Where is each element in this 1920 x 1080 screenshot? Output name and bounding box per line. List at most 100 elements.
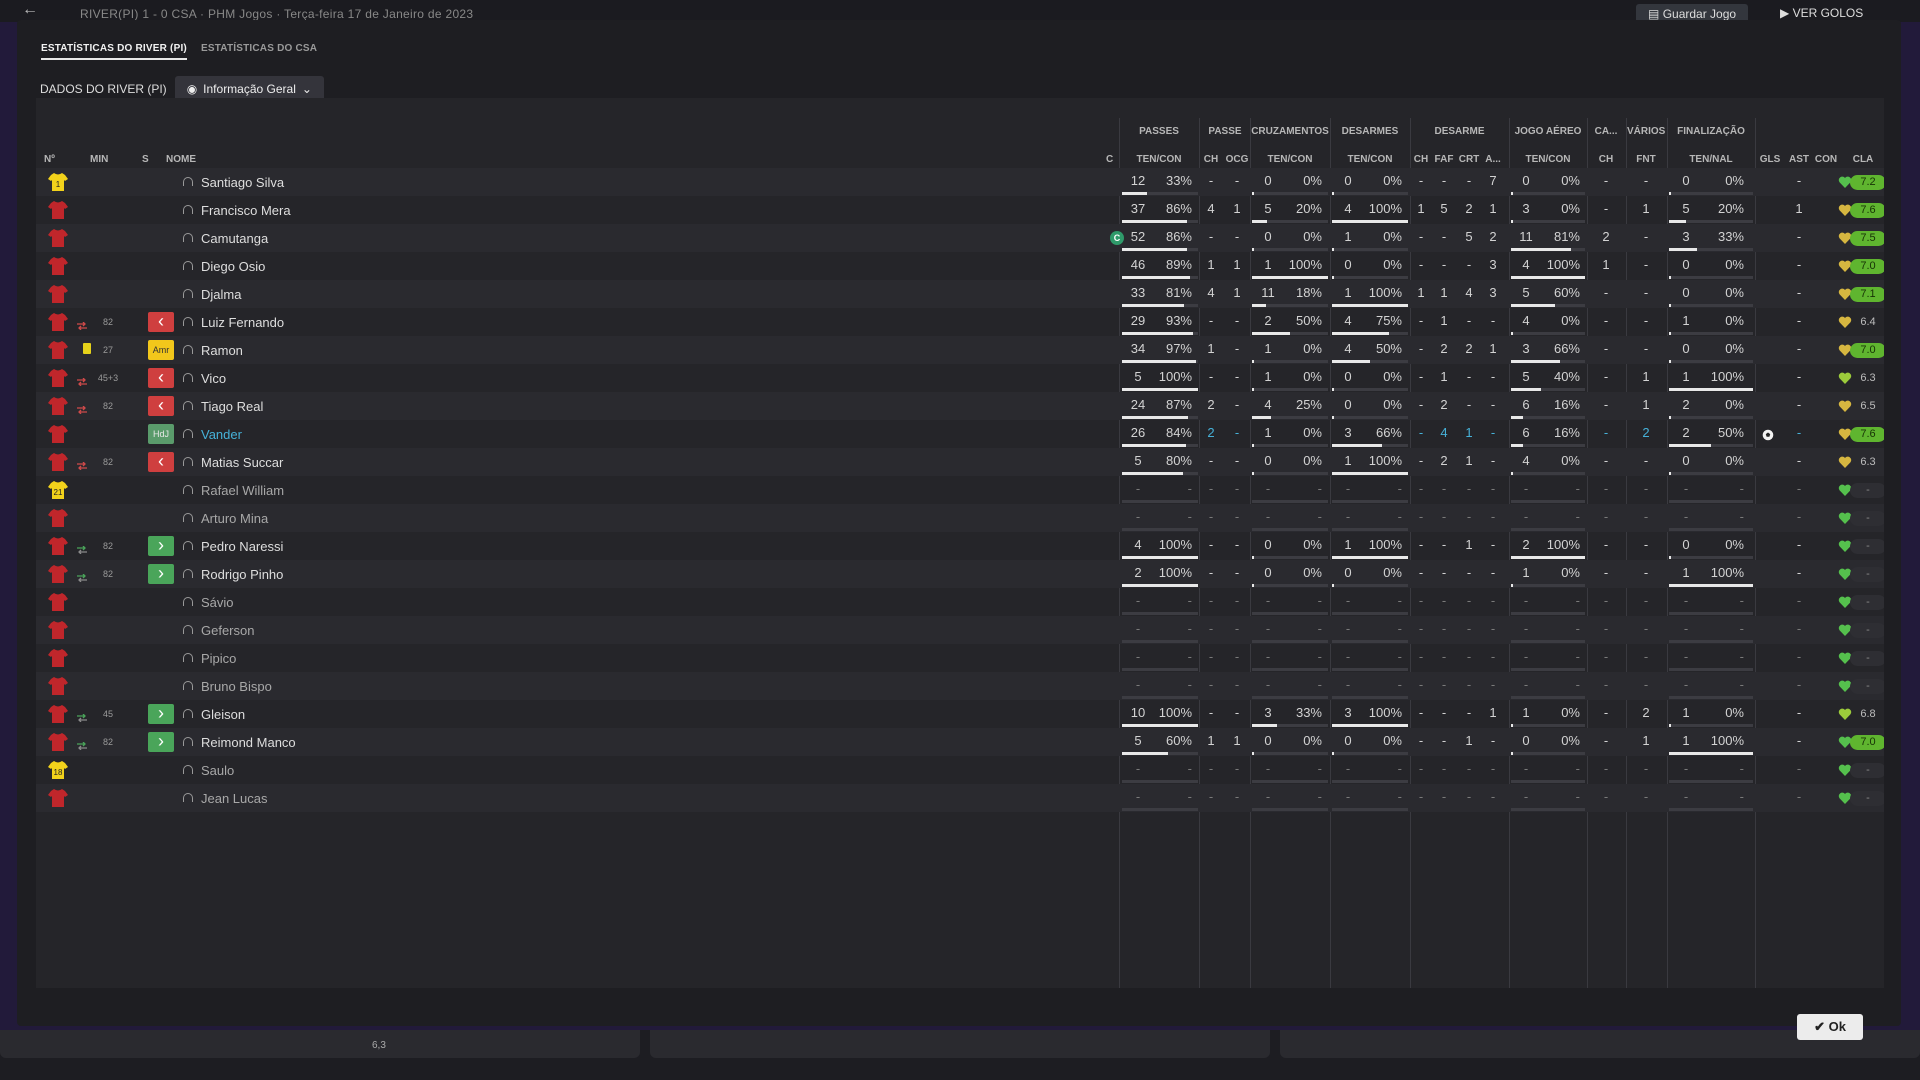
player-name[interactable]: Saulo: [201, 763, 234, 778]
player-row[interactable]: Pipico - - - - - - - - - - - - - - - - - - - -: [36, 644, 1884, 672]
player-row[interactable]: 21 Rafael William - - - - - - - - - - - - - - - - - - - -: [36, 476, 1884, 504]
ok-button[interactable]: ✔ Ok: [1797, 1014, 1863, 1040]
player-row[interactable]: HdJ Vander 26 84% 2 - 1 0% 3 66% - 4 1 - 6 16% - 2 2 50% - 7.…: [36, 420, 1884, 448]
player-name[interactable]: Arturo Mina: [201, 511, 268, 526]
player-row[interactable]: 1 Santiago Silva 12 33% - - 0 0% 0 0% - - - 7 0 0% - - 0 0%…: [36, 168, 1884, 196]
player-row[interactable]: 82 ‹ Luiz Fernando 29 93% - - 2 50% 4 75% - 1 - - 4 0% - -…: [36, 308, 1884, 336]
player-profile-icon[interactable]: [183, 429, 193, 438]
player-profile-icon[interactable]: [183, 485, 193, 494]
headers-key: -: [1603, 565, 1609, 580]
subheader-con[interactable]: CON: [1812, 154, 1840, 165]
player-name[interactable]: Gleison: [201, 707, 245, 722]
subheader-ch[interactable]: CH: [1200, 154, 1222, 165]
subheader-tencon[interactable]: TEN/CON: [1120, 154, 1198, 165]
player-profile-icon[interactable]: [183, 205, 193, 214]
subheader-crt[interactable]: CRT: [1457, 154, 1481, 165]
player-row[interactable]: Djalma 33 81% 4 1 11 18% 1 100% 1 1 4 3 5 60% - -0 0% -7.1: [36, 280, 1884, 308]
player-name[interactable]: Rafael William: [201, 483, 284, 498]
player-profile-icon[interactable]: [183, 597, 193, 606]
player-row[interactable]: 45+3 ‹ Vico 5 100% - - 1 0% 0 0% - 1 - - 5 40% - 1 1 100% - 6.…: [36, 364, 1884, 392]
player-row[interactable]: Bruno Bispo - - - - - - - - - - - - - - - - - - - -: [36, 672, 1884, 700]
subheader-ch[interactable]: CH: [1412, 154, 1430, 165]
player-profile-icon[interactable]: [183, 261, 193, 270]
player-name[interactable]: Santiago Silva: [201, 175, 284, 190]
player-profile-icon[interactable]: [183, 401, 193, 410]
player-profile-icon[interactable]: [183, 681, 193, 690]
column-header-captain[interactable]: C: [1106, 154, 1120, 165]
player-row[interactable]: Diego Osio 46 89% 1 1 1 100% 0 0% - - - 3 4 100% 1 - 0 0% -…: [36, 252, 1884, 280]
player-name[interactable]: Francisco Mera: [201, 203, 291, 218]
player-row[interactable]: 45 › Gleison 10 100% - - 3 33% 3 100% - - - 1 1 0% - 2 1 0% -…: [36, 700, 1884, 728]
column-header-name[interactable]: NOME: [166, 154, 226, 165]
subheader-cla[interactable]: CLA: [1846, 154, 1880, 165]
player-row[interactable]: Francisco Mera 37 86% 4 1 5 20% 4 100% 1 5 2 1 3 0% -1 5…: [36, 196, 1884, 224]
player-row[interactable]: Sávio - - - - - - - - - - - - - - - - - - - -: [36, 588, 1884, 616]
column-header-min[interactable]: MIN: [90, 154, 120, 165]
subheader-ast[interactable]: AST: [1786, 154, 1812, 165]
view-goals-button[interactable]: ▶ VER GOLOS: [1780, 6, 1863, 20]
subheader-ocg[interactable]: OCG: [1224, 154, 1250, 165]
player-row[interactable]: 82 › Reimond Manco 5 60% 1 1 0 0% 0 0% - -1-0 0% -1 1 10…: [36, 728, 1884, 756]
player-profile-icon[interactable]: [183, 653, 193, 662]
player-row[interactable]: Jean Lucas - - - - - - - - - - - - - - - - - - - -: [36, 784, 1884, 812]
player-name[interactable]: Djalma: [201, 287, 241, 302]
player-profile-icon[interactable]: [183, 541, 193, 550]
player-name[interactable]: Rodrigo Pinho: [201, 567, 283, 582]
subheader-tencon[interactable]: TEN/CON: [1251, 154, 1329, 165]
player-name[interactable]: Sávio: [201, 595, 234, 610]
player-name[interactable]: Vico: [201, 371, 226, 386]
player-profile-icon[interactable]: [183, 345, 193, 354]
player-profile-icon[interactable]: [183, 709, 193, 718]
player-row[interactable]: Arturo Mina - - - - - - - - - - - - - - - - - - - -: [36, 504, 1884, 532]
player-profile-icon[interactable]: [183, 457, 193, 466]
back-arrow-icon[interactable]: ←: [22, 1, 38, 19]
player-name[interactable]: Luiz Fernando: [201, 315, 284, 330]
aerials-percent: 60%: [1553, 285, 1580, 300]
subheader-tencon[interactable]: TEN/CON: [1510, 154, 1586, 165]
player-name[interactable]: Diego Osio: [201, 259, 265, 274]
subheader-ch[interactable]: CH: [1588, 154, 1624, 165]
player-row[interactable]: Camutanga C 52 86% - -0 0% 1 0% - -5 2 11 81% 2-3 33% -7…: [36, 224, 1884, 252]
player-name[interactable]: Matias Succar: [201, 455, 283, 470]
player-name[interactable]: Vander: [201, 427, 242, 442]
column-header-s[interactable]: S: [142, 154, 152, 165]
player-name[interactable]: Pipico: [201, 651, 236, 666]
player-row[interactable]: 82 ‹ Matias Succar 5 80% - - 0 0% 1 100% - 2 1 - 4 0% - - 0…: [36, 448, 1884, 476]
player-row[interactable]: 27 Amr Ramon 34 97% 1 - 1 0% 4 50% - 2 2 1 3 66% - - 0 0% - 7.…: [36, 336, 1884, 364]
player-name[interactable]: Jean Lucas: [201, 791, 268, 806]
subheader-faf[interactable]: FAF: [1432, 154, 1456, 165]
player-row[interactable]: 82 › Rodrigo Pinho 2 100% - - 0 0% 0 0% - - - - 1 0% - - 1 1…: [36, 560, 1884, 588]
player-row[interactable]: Geferson - - - - - - - - - - - - - - - - - - - -: [36, 616, 1884, 644]
player-name[interactable]: Camutanga: [201, 231, 268, 246]
player-profile-icon[interactable]: [183, 513, 193, 522]
aerials-bar: [1511, 724, 1513, 727]
player-name[interactable]: Reimond Manco: [201, 735, 296, 750]
player-profile-icon[interactable]: [183, 737, 193, 746]
player-profile-icon[interactable]: [183, 233, 193, 242]
player-name[interactable]: Pedro Naressi: [201, 539, 283, 554]
subheader-gls[interactable]: GLS: [1756, 154, 1784, 165]
player-profile-icon[interactable]: [183, 793, 193, 802]
player-name[interactable]: Geferson: [201, 623, 254, 638]
player-profile-icon[interactable]: [183, 765, 193, 774]
tab-csa-stats[interactable]: ESTATÍSTICAS DO CSA: [201, 43, 317, 60]
player-name[interactable]: Bruno Bispo: [201, 679, 272, 694]
subheader-fnt[interactable]: FNT: [1627, 154, 1665, 165]
player-profile-icon[interactable]: [183, 289, 193, 298]
subheader-tennal[interactable]: TEN/NAL: [1668, 154, 1754, 165]
subheader-tencon[interactable]: TEN/CON: [1331, 154, 1409, 165]
player-row[interactable]: 82 ‹ Tiago Real 24 87% 2 - 4 25% 0 0% - 2 - - 6 16% - 1 2 0%…: [36, 392, 1884, 420]
player-row[interactable]: 82 › Pedro Naressi 4 100% - - 0 0% 1 100% - - 1 - 2 100%…: [36, 532, 1884, 560]
player-profile-icon[interactable]: [183, 373, 193, 382]
player-profile-icon[interactable]: [183, 625, 193, 634]
subheader-a[interactable]: A...: [1482, 154, 1504, 165]
player-name[interactable]: Tiago Real: [201, 399, 263, 414]
player-profile-icon[interactable]: [183, 177, 193, 186]
player-rating: 7.2: [1850, 175, 1884, 190]
column-header-num[interactable]: Nº: [44, 154, 58, 165]
player-row[interactable]: 18 Saulo - - - - - - - - - - - - - - - - - - - -: [36, 756, 1884, 784]
tab-river-stats[interactable]: ESTATÍSTICAS DO RIVER (PI): [41, 43, 187, 60]
player-profile-icon[interactable]: [183, 569, 193, 578]
player-profile-icon[interactable]: [183, 317, 193, 326]
player-name[interactable]: Ramon: [201, 343, 243, 358]
